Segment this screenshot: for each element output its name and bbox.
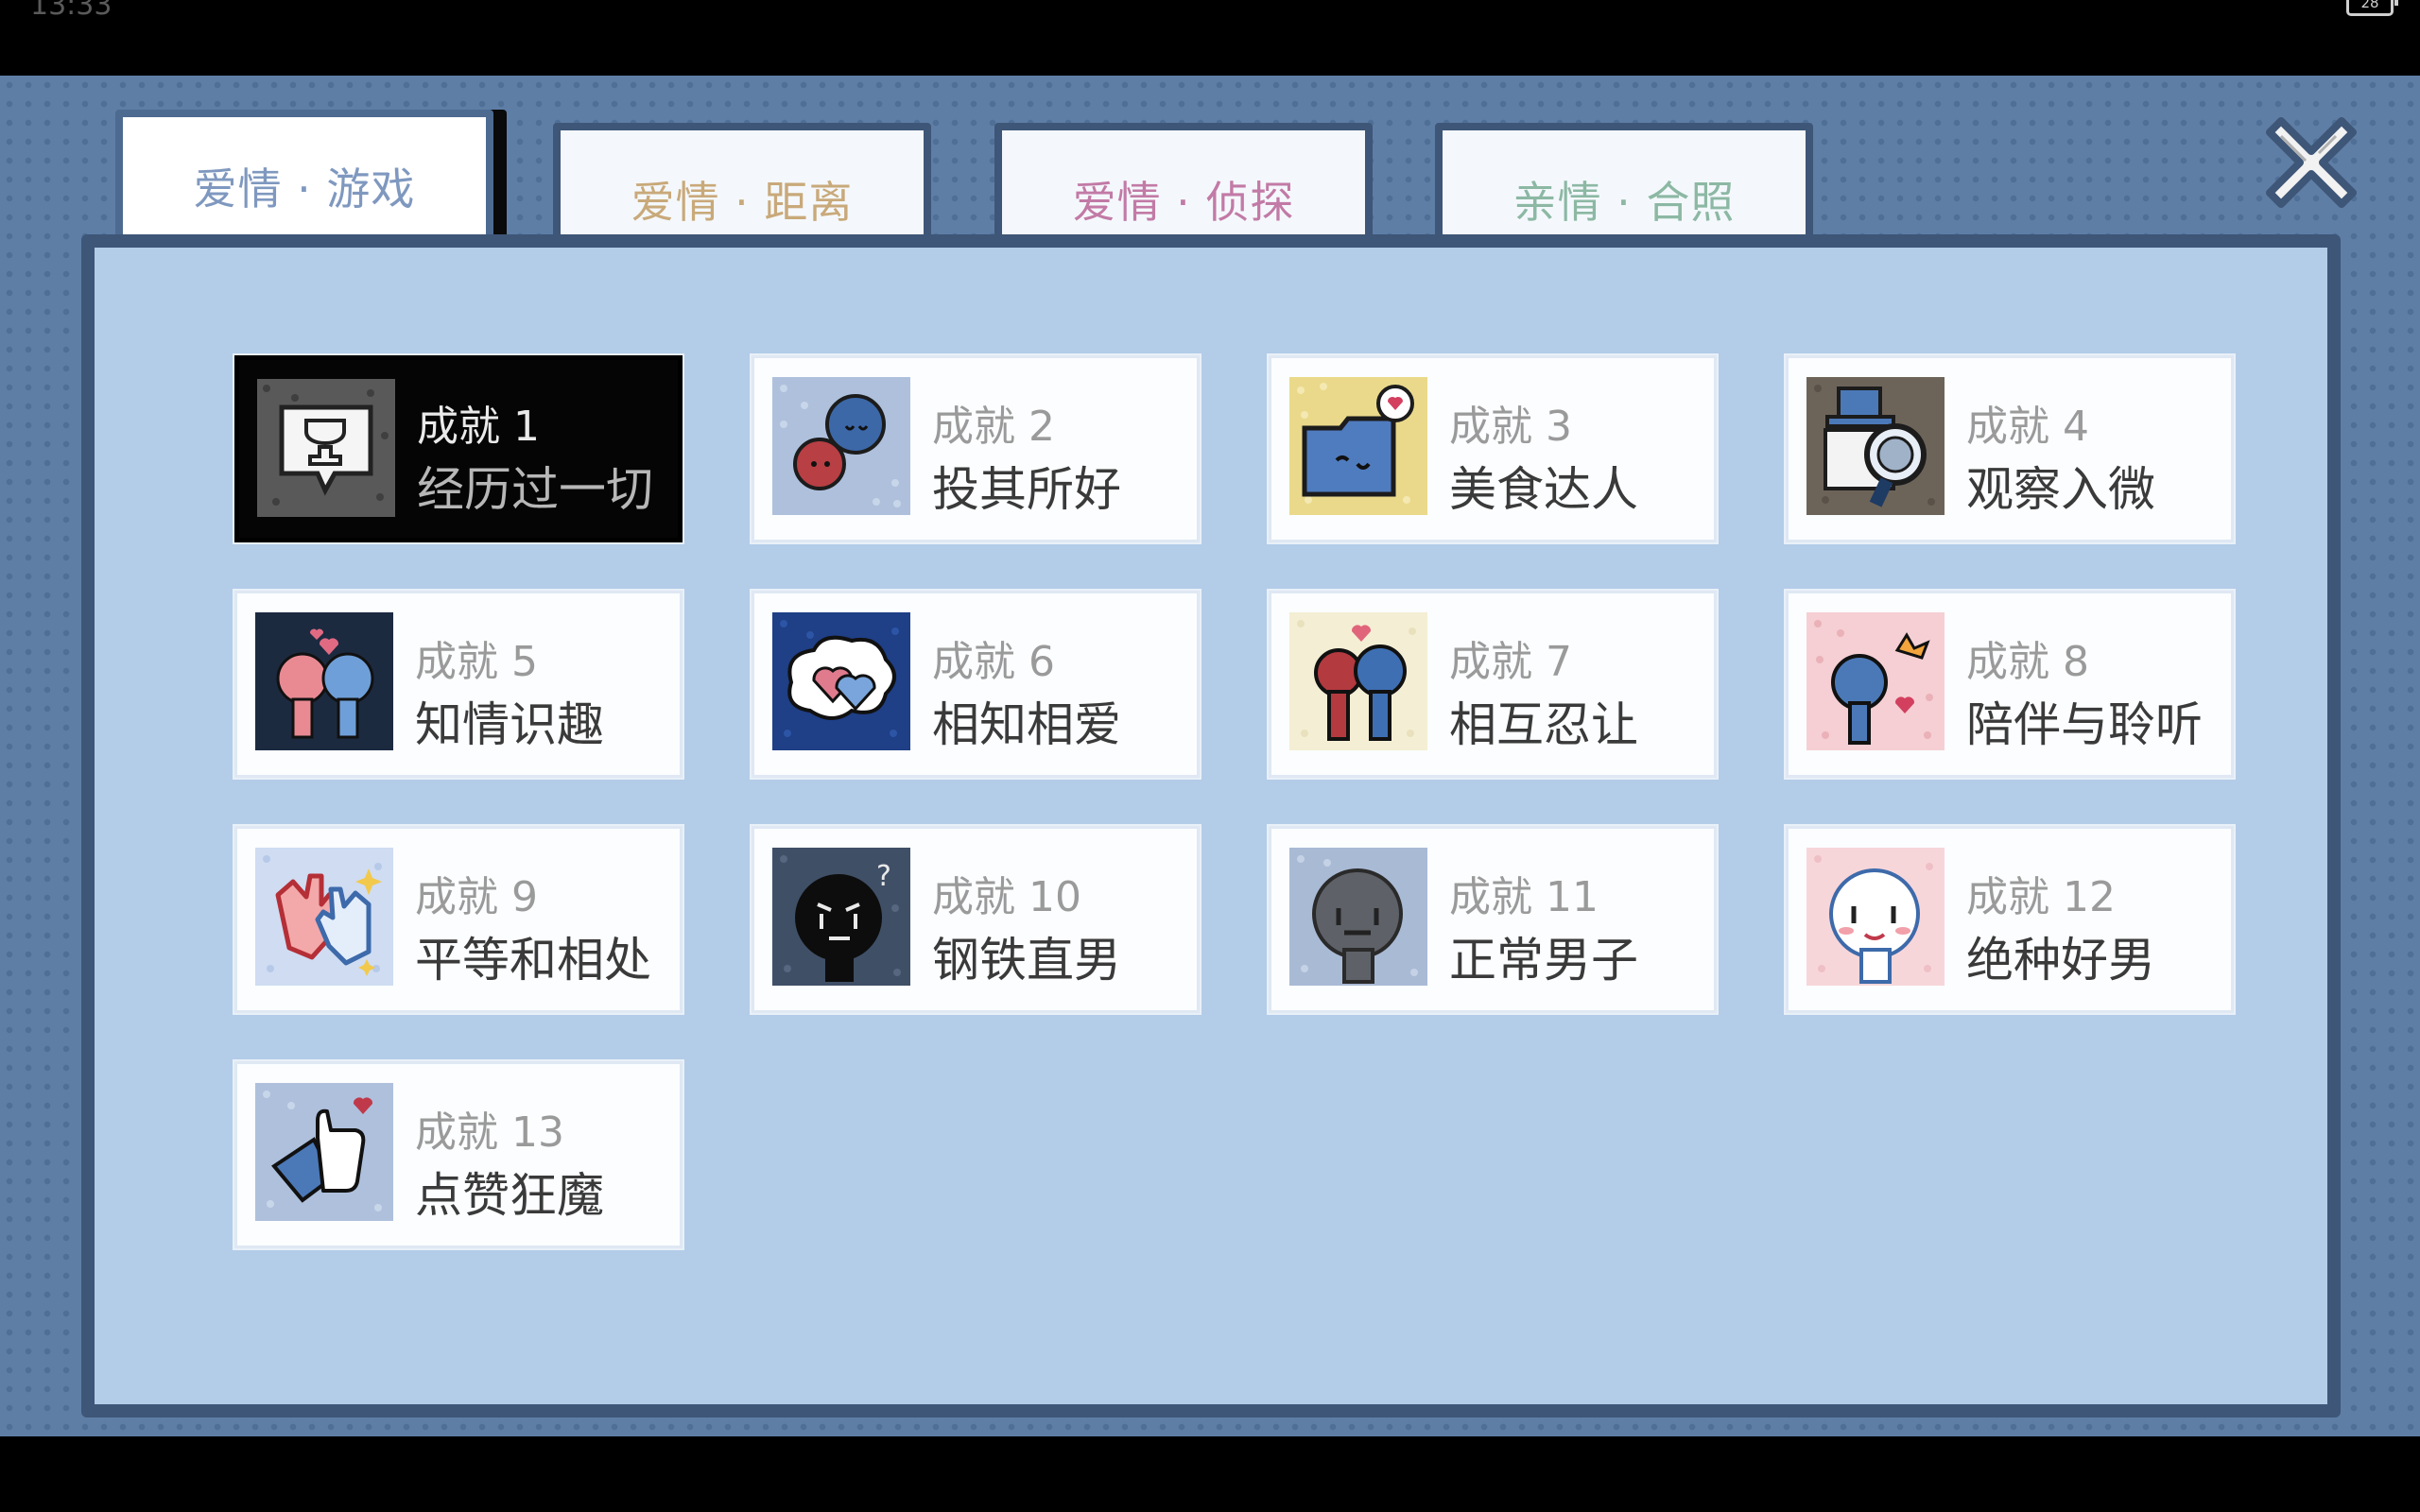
achievement-number: 成就 3 (1449, 403, 1572, 451)
achievement-card-1[interactable]: 成就 1 经历过一切 (234, 355, 683, 542)
double-hearts-icon (772, 612, 910, 750)
bottom-bar (0, 1436, 2420, 1512)
close-button[interactable] (2253, 104, 2370, 221)
achievement-card-7[interactable]: 成就 7 相互忍让 (1269, 591, 1717, 778)
achievement-name: 正常男子 (1449, 933, 1638, 988)
achievement-card-4[interactable]: 成就 4 观察入微 (1786, 355, 2234, 542)
achievement-name: 投其所好 (932, 462, 1121, 517)
status-time: 13:33 (30, 0, 112, 22)
white-face-icon (1806, 848, 1945, 986)
achievement-card-13[interactable]: 成就 13 点赞狂魔 (234, 1061, 683, 1248)
trophy-bubble-icon (257, 379, 395, 517)
tab-label: 爱情 · 距离 (631, 177, 854, 228)
achievement-name: 美食达人 (1449, 462, 1638, 517)
tab-label: 亲情 · 合照 (1512, 177, 1736, 228)
achievement-card-8[interactable]: 成就 8 陪伴与聆听 (1786, 591, 2234, 778)
achievement-name: 相知相爱 (932, 697, 1121, 752)
achievement-card-6[interactable]: 成就 6 相知相爱 (752, 591, 1200, 778)
tab-label: 爱情 · 侦探 (1072, 177, 1295, 228)
listening-icon (1806, 612, 1945, 750)
achievement-name: 陪伴与聆听 (1966, 697, 2203, 752)
couple-lean-icon (1289, 612, 1427, 750)
achievement-number: 成就 12 (1966, 873, 2116, 921)
achievement-name: 点赞狂魔 (415, 1168, 604, 1223)
achievement-name: 观察入微 (1966, 462, 2155, 517)
achievement-name: 绝种好男 (1966, 933, 2155, 988)
thumbs-up-icon (255, 1083, 393, 1221)
svg-text:?: ? (876, 860, 891, 893)
achievement-card-3[interactable]: 成就 3 美食达人 (1269, 355, 1717, 542)
achievement-name: 钢铁直男 (932, 933, 1121, 988)
achievement-number: 成就 6 (932, 638, 1055, 686)
achievement-card-2[interactable]: 成就 2 投其所好 (752, 355, 1200, 542)
detective-magnifier-icon (1806, 377, 1945, 515)
grey-face-icon (1289, 848, 1427, 986)
achievement-number: 成就 5 (415, 638, 538, 686)
status-bar: 13:33 28 (0, 0, 2420, 76)
achievement-name: 平等和相处 (415, 933, 651, 988)
achievements-panel: 成就 1 经历过一切 成就 2 投其所好 成就 3 美食达人 成就 4 观察入微… (81, 234, 2341, 1418)
close-x-icon (2266, 117, 2357, 208)
achievement-number: 成就 7 (1449, 638, 1572, 686)
achievement-name: 相互忍让 (1449, 697, 1638, 752)
achievement-card-12[interactable]: 成就 12 绝种好男 (1786, 826, 2234, 1013)
achievement-card-11[interactable]: 成就 11 正常男子 (1269, 826, 1717, 1013)
achievement-number: 成就 10 (932, 873, 1081, 921)
achievement-number: 成就 1 (417, 403, 540, 451)
black-face-icon: ? (772, 848, 910, 986)
tab-label: 爱情 · 游戏 (193, 163, 416, 215)
achievement-number: 成就 13 (415, 1108, 564, 1157)
achievement-number: 成就 11 (1449, 873, 1599, 921)
achievement-number: 成就 8 (1966, 638, 2089, 686)
speech-bubbles-icon (772, 377, 910, 515)
achievement-name: 经历过一切 (417, 462, 653, 517)
couple-hearts-icon (255, 612, 393, 750)
achievement-number: 成就 2 (932, 403, 1055, 451)
folder-heart-icon (1289, 377, 1427, 515)
battery-icon: 28 (2346, 0, 2398, 16)
game-area: 爱情 · 游戏 爱情 · 距离 爱情 · 侦探 亲情 · 合照 成就 1 经历过… (0, 76, 2420, 1436)
high-five-icon (255, 848, 393, 986)
achievement-card-9[interactable]: 成就 9 平等和相处 (234, 826, 683, 1013)
achievement-number: 成就 4 (1966, 403, 2089, 451)
achievement-card-5[interactable]: 成就 5 知情识趣 (234, 591, 683, 778)
achievement-number: 成就 9 (415, 873, 538, 921)
achievement-name: 知情识趣 (415, 697, 604, 752)
achievement-card-10[interactable]: ? 成就 10 钢铁直男 (752, 826, 1200, 1013)
